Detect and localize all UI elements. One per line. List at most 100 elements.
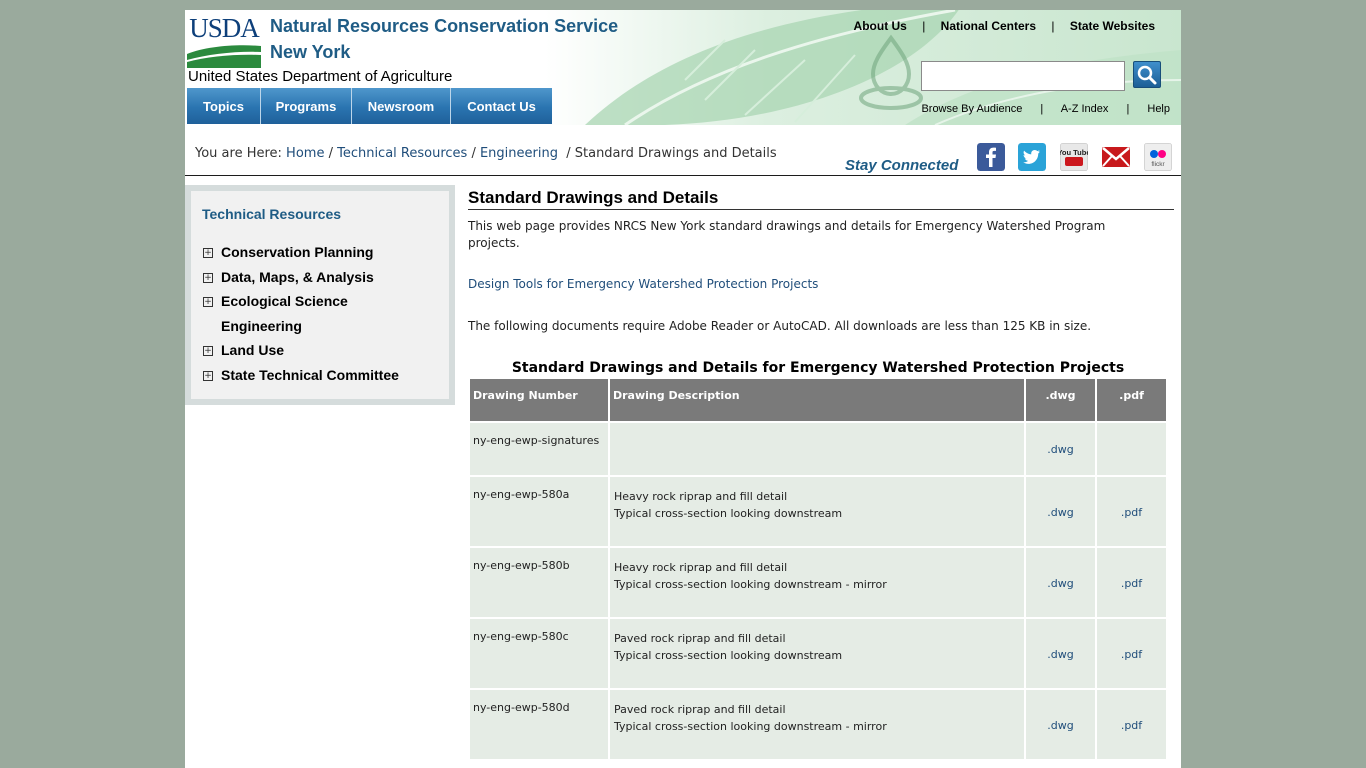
drawing-number: ny-eng-ewp-signatures [470,423,608,475]
state-websites-link[interactable]: State Websites [1070,19,1155,33]
usda-logo[interactable]: USDA [187,14,261,68]
pdf-download-link[interactable]: .pdf [1121,719,1142,732]
drawing-description: Heavy rock riprap and fill detail Typica… [610,548,1024,617]
description-line-2: Typical cross-section looking downstream… [614,578,887,591]
usda-logo-text: USDA [189,13,260,43]
youtube-icon[interactable]: You Tube [1060,143,1088,171]
sidebar-item-label: Engineering [221,318,302,334]
usda-logo-swoosh [187,42,261,68]
breadcrumb: You are Here: Home / Technical Resources… [195,146,777,161]
breadcrumb-technical-resources[interactable]: Technical Resources [337,146,467,161]
pdf-cell: .pdf [1097,477,1166,546]
magnifier-icon [1137,65,1157,85]
svg-text:You Tube: You Tube [1060,148,1088,157]
help-link[interactable]: Help [1147,103,1170,115]
sidebar-item-label: Data, Maps, & Analysis [221,269,374,285]
facebook-icon[interactable] [977,143,1005,171]
dwg-download-link[interactable]: .dwg [1047,506,1073,519]
dwg-download-link[interactable]: .dwg [1047,443,1073,456]
breadcrumb-engineering[interactable]: Engineering [480,146,558,161]
column-header-drawing-number: Drawing Number [470,379,608,421]
breadcrumb-home[interactable]: Home [286,146,324,161]
drawing-description: Heavy rock riprap and fill detail Typica… [610,477,1024,546]
browse-by-audience-link[interactable]: Browse By Audience [921,103,1022,115]
dwg-cell: .dwg [1026,690,1095,759]
sidebar-item-engineering[interactable]: Engineering [191,316,449,338]
sidebar-item-label: Conservation Planning [221,244,374,260]
sidebar-item-label: Land Use [221,342,285,358]
flickr-icon[interactable]: flickr [1144,143,1172,171]
nav-tab-contact-us[interactable]: Contact Us [451,88,552,124]
table-row: ny-eng-ewp-signatures .dwg [470,423,1166,475]
page: USDA Natural Resources Conservation Serv… [185,10,1181,768]
pdf-download-link[interactable]: .pdf [1121,648,1142,661]
intro-text: This web page provides NRCS New York sta… [468,219,1106,250]
breadcrumb-current: Standard Drawings and Details [574,146,777,161]
breadcrumb-bar: You are Here: Home / Technical Resources… [185,125,1181,176]
drawing-number: ny-eng-ewp-580a [470,477,608,546]
drawing-number: ny-eng-ewp-580b [470,548,608,617]
sidebar-item-ecological-science[interactable]: + Ecological Science [191,291,449,313]
sidebar-item-land-use[interactable]: + Land Use [191,340,449,362]
main-content: Standard Drawings and Details This web p… [468,188,1174,759]
dwg-cell: .dwg [1026,423,1095,475]
sidebar-title[interactable]: Technical Resources [202,206,341,222]
table-row: ny-eng-ewp-580a Heavy rock riprap and fi… [470,477,1166,546]
sidebar-panel: Technical Resources + Conservation Plann… [191,191,449,399]
sidebar-item-data-maps-analysis[interactable]: + Data, Maps, & Analysis [191,267,449,289]
sidebar: Technical Resources + Conservation Plann… [185,185,455,405]
breadcrumb-prefix: You are Here: [195,146,282,161]
utility-links: About Us | National Centers | State Webs… [854,19,1155,33]
stay-connected-label: Stay Connected [845,157,959,174]
separator: | [922,19,926,33]
pdf-cell: .pdf [1097,548,1166,617]
department-name: United States Department of Agriculture [188,68,453,85]
description-line-2: Typical cross-section looking downstream [614,507,843,520]
sidebar-item-conservation-planning[interactable]: + Conservation Planning [191,242,449,264]
separator: | [1126,103,1130,115]
sidebar-item-state-technical-committee[interactable]: + State Technical Committee [191,365,449,387]
expand-icon[interactable]: + [203,248,213,258]
description-line-1: Heavy rock riprap and fill detail [614,561,788,574]
audience-links: Browse By Audience | A-Z Index | Help [921,103,1170,115]
table-row: ny-eng-ewp-580c Paved rock riprap and fi… [470,619,1166,688]
drawings-table: Drawing Number Drawing Description .dwg … [468,377,1168,761]
about-us-link[interactable]: About Us [854,19,907,33]
dwg-cell: .dwg [1026,619,1095,688]
separator: | [1051,19,1055,33]
pdf-download-link[interactable]: .pdf [1121,506,1142,519]
twitter-icon[interactable] [1018,143,1046,171]
drawing-description [610,423,1024,475]
a-z-index-link[interactable]: A-Z Index [1061,103,1109,115]
requirements-note: The following documents require Adobe Re… [468,319,1092,333]
pdf-cell: .pdf [1097,690,1166,759]
dwg-download-link[interactable]: .dwg [1047,719,1073,732]
state-name[interactable]: New York [270,42,350,63]
expand-icon[interactable]: + [203,273,213,283]
nav-tab-programs[interactable]: Programs [261,88,352,124]
expand-icon[interactable]: + [203,346,213,356]
drawing-number: ny-eng-ewp-580d [470,690,608,759]
dwg-download-link[interactable]: .dwg [1047,648,1073,661]
national-centers-link[interactable]: National Centers [941,19,1036,33]
email-icon[interactable] [1101,143,1131,171]
dwg-cell: .dwg [1026,548,1095,617]
pdf-download-link[interactable]: .pdf [1121,577,1142,590]
nav-tab-topics[interactable]: Topics [187,88,261,124]
svg-text:flickr: flickr [1151,161,1165,168]
pdf-cell [1097,423,1166,475]
agency-name[interactable]: Natural Resources Conservation Service [270,16,618,37]
dwg-download-link[interactable]: .dwg [1047,577,1073,590]
expand-icon[interactable]: + [203,297,213,307]
column-header-dwg: .dwg [1026,379,1095,421]
search-button[interactable] [1133,61,1161,88]
design-tools-link[interactable]: Design Tools for Emergency Watershed Pro… [468,277,818,291]
expand-icon[interactable]: + [203,371,213,381]
column-header-drawing-description: Drawing Description [610,379,1024,421]
drawing-description: Paved rock riprap and fill detail Typica… [610,619,1024,688]
nav-tab-newsroom[interactable]: Newsroom [352,88,451,124]
sidebar-item-label: State Technical Committee [221,367,399,383]
separator: | [1040,103,1044,115]
table-caption: Standard Drawings and Details for Emerge… [511,360,1125,376]
search-input[interactable] [921,61,1125,91]
